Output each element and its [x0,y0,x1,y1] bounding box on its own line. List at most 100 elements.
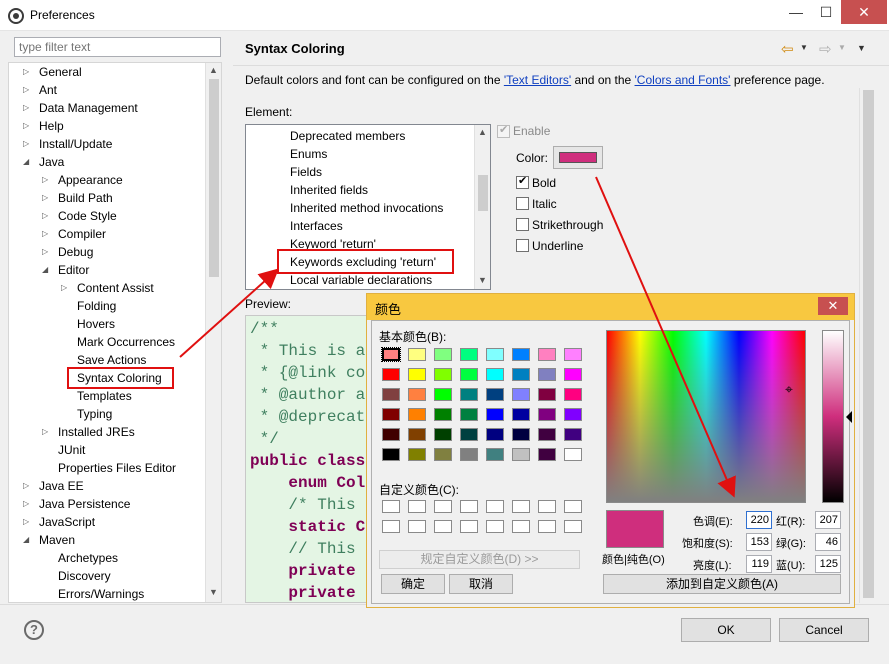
tree-item[interactable]: Properties Files Editor [58,459,176,477]
text-editors-link[interactable]: 'Text Editors' [504,73,571,87]
tree-item[interactable]: Maven [39,531,75,549]
expand-icon[interactable]: ▷ [42,189,52,207]
color-dialog-close-button[interactable]: ✕ [818,297,848,315]
list-scroll-down-icon[interactable]: ▼ [478,275,487,285]
tree-item[interactable]: Java EE [39,477,84,495]
view-menu-icon[interactable]: ▼ [857,43,866,53]
tree-item[interactable]: Editor [58,261,89,279]
add-to-custom-colors-button[interactable]: 添加到自定义颜色(A) [603,574,841,594]
tree-item[interactable]: Typing [77,405,112,423]
tree-item[interactable]: Archetypes [58,549,118,567]
filter-input[interactable] [14,37,221,57]
basic-color-swatch[interactable] [564,388,582,401]
italic-checkbox[interactable] [516,197,529,210]
expand-icon[interactable]: ▷ [42,225,52,243]
basic-color-swatch[interactable] [408,368,426,381]
custom-color-slot[interactable] [512,520,530,533]
custom-color-slot[interactable] [460,500,478,513]
tree-item[interactable]: Data Management [39,99,138,117]
enable-checkbox[interactable] [497,123,510,138]
tree-item[interactable]: Folding [77,297,116,315]
basic-color-swatch[interactable] [460,448,478,461]
custom-color-slot[interactable] [434,500,452,513]
luminance-arrow-icon[interactable] [846,411,852,423]
forward-arrow-icon[interactable]: ⇨ [819,40,832,58]
page-scroll-thumb[interactable] [863,90,874,598]
tree-item[interactable]: Content Assist [77,279,154,297]
tree-item[interactable]: Debug [58,243,93,261]
basic-color-swatch[interactable] [382,448,400,461]
custom-color-slot[interactable] [408,500,426,513]
back-arrow-icon[interactable]: ⇦ [781,40,794,58]
collapse-icon[interactable]: ◢ [42,261,52,279]
custom-color-slot[interactable] [486,520,504,533]
basic-color-swatch[interactable] [564,368,582,381]
tree-item[interactable]: Install/Update [39,135,112,153]
custom-color-slot[interactable] [382,500,400,513]
basic-color-swatch[interactable] [382,408,400,421]
basic-color-swatch[interactable] [486,428,504,441]
tree-item[interactable]: Discovery [58,567,111,585]
maximize-button[interactable]: ☐ [811,0,841,24]
custom-color-slot[interactable] [538,520,556,533]
tree-item[interactable]: Java [39,153,64,171]
tree-item[interactable]: General [39,63,82,81]
expand-icon[interactable]: ▷ [23,81,33,99]
scroll-up-icon[interactable]: ▲ [209,65,218,75]
blue-field[interactable]: 125 [815,555,841,573]
close-button[interactable]: ✕ [841,0,887,24]
color-spectrum[interactable] [606,330,806,503]
element-list-item[interactable]: Enums [290,145,327,163]
tree-scrollbar[interactable]: ▲ ▼ [205,63,221,602]
bold-checkbox[interactable] [516,174,529,189]
custom-color-slot[interactable] [408,520,426,533]
basic-color-swatch[interactable] [382,388,400,401]
page-scrollbar[interactable] [859,88,876,603]
define-custom-colors-button[interactable]: 规定自定义颜色(D) >> [379,550,580,569]
luminance-slider[interactable] [822,330,844,503]
list-scroll-up-icon[interactable]: ▲ [478,127,487,137]
tree-item[interactable]: Hovers [77,315,115,333]
color-picker-button[interactable] [553,146,603,169]
element-list-item[interactable]: Deprecated members [290,127,405,145]
expand-icon[interactable]: ▷ [23,513,33,531]
expand-icon[interactable]: ▷ [23,495,33,513]
cancel-button[interactable]: Cancel [779,618,869,642]
element-list-item[interactable]: Interfaces [290,217,343,235]
basic-color-swatch[interactable] [382,428,400,441]
basic-color-swatch[interactable] [408,388,426,401]
basic-color-swatch[interactable] [538,348,556,361]
basic-color-swatch[interactable] [486,448,504,461]
list-scroll-thumb[interactable] [478,175,488,211]
basic-color-swatch[interactable] [538,408,556,421]
basic-color-swatch[interactable] [460,408,478,421]
expand-icon[interactable]: ▷ [23,117,33,135]
expand-icon[interactable]: ▷ [23,477,33,495]
collapse-icon[interactable]: ◢ [23,153,33,171]
expand-icon[interactable]: ▷ [23,63,33,81]
collapse-icon[interactable]: ◢ [23,531,33,549]
luminance-field[interactable]: 119 [746,555,772,573]
tree-item[interactable]: Code Style [58,207,117,225]
basic-color-swatch[interactable] [564,448,582,461]
basic-color-swatch[interactable] [486,388,504,401]
custom-color-slot[interactable] [564,500,582,513]
custom-color-slot[interactable] [564,520,582,533]
basic-color-swatch[interactable] [434,368,452,381]
basic-color-swatch[interactable] [486,408,504,421]
green-field[interactable]: 46 [815,533,841,551]
tree-item[interactable]: Ant [39,81,57,99]
basic-color-swatch[interactable] [408,408,426,421]
minimize-button[interactable]: — [781,0,811,24]
basic-color-swatch[interactable] [381,347,401,362]
basic-color-swatch[interactable] [434,388,452,401]
tree-item[interactable]: Mark Occurrences [77,333,175,351]
basic-color-swatch[interactable] [512,428,530,441]
tree-item[interactable]: Build Path [58,189,113,207]
expand-icon[interactable]: ▷ [42,243,52,261]
basic-color-swatch[interactable] [512,448,530,461]
scroll-down-icon[interactable]: ▼ [209,587,218,597]
custom-color-slot[interactable] [512,500,530,513]
custom-color-slot[interactable] [486,500,504,513]
underline-checkbox[interactable] [516,239,529,252]
